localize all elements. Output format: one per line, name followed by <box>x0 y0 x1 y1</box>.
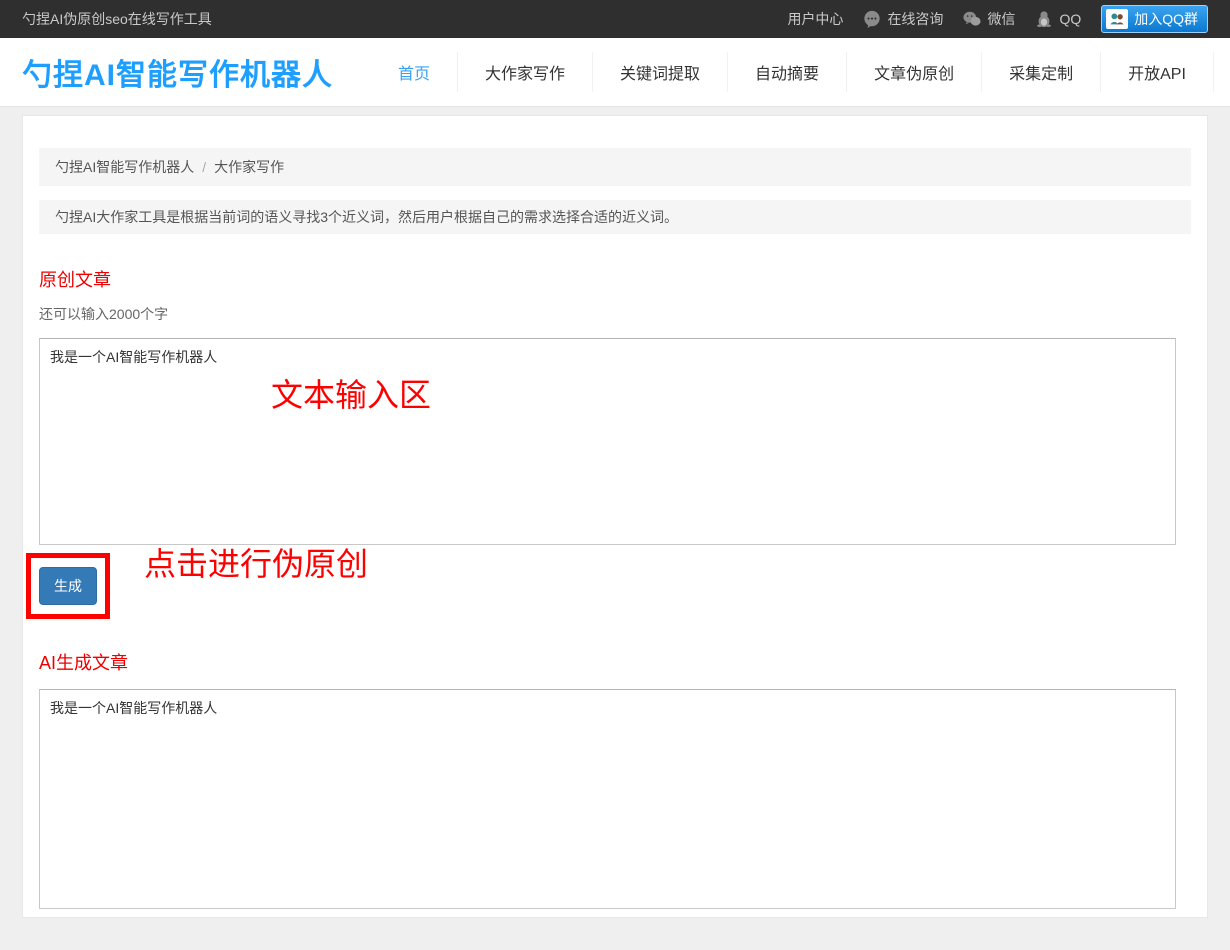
wechat-link[interactable]: 微信 <box>963 9 1015 29</box>
nav-item-contact-us[interactable]: 联系我们 <box>1214 52 1230 92</box>
output-textarea-wrap: 我是一个AI智能写作机器人 <box>39 689 1176 909</box>
main-content: 勺捏AI智能写作机器人 / 大作家写作 勺捏AI大作家工具是根据当前词的语义寻找… <box>0 107 1230 950</box>
breadcrumb: 勺捏AI智能写作机器人 / 大作家写作 <box>39 148 1191 186</box>
nav-item-writer[interactable]: 大作家写作 <box>458 52 593 92</box>
tool-description-text: 勺捏AI大作家工具是根据当前词的语义寻找3个近义词，然后用户根据自己的需求选择合… <box>55 207 678 227</box>
topbar-right: 用户中心 在线咨询 <box>787 5 1208 33</box>
char-counter: 还可以输入2000个字 <box>39 304 1191 324</box>
nav-item-home[interactable]: 首页 <box>371 52 458 92</box>
input-textarea-wrap: 我是一个AI智能写作机器人 文本输入区 <box>39 338 1176 545</box>
original-article-title: 原创文章 <box>39 266 1191 292</box>
breadcrumb-separator: / <box>202 159 206 175</box>
online-support-link[interactable]: 在线咨询 <box>863 9 943 29</box>
breadcrumb-root[interactable]: 勺捏AI智能写作机器人 <box>55 157 194 177</box>
chat-bubble-icon <box>863 10 881 28</box>
qq-penguin-icon <box>1035 10 1053 28</box>
nav-item-keyword-extract[interactable]: 关键词提取 <box>593 52 728 92</box>
ai-output-title: AI生成文章 <box>39 649 1191 675</box>
generate-annotation-text: 点击进行伪原创 <box>144 547 368 582</box>
tool-description-bar: 勺捏AI大作家工具是根据当前词的语义寻找3个近义词，然后用户根据自己的需求选择合… <box>39 200 1191 234</box>
site-logo[interactable]: 勺捏AI智能写作机器人 <box>22 50 333 94</box>
generate-row: 生成 点击进行伪原创 <box>39 553 1191 615</box>
site-title: 勺捏AI伪原创seo在线写作工具 <box>22 9 212 29</box>
nav-item-collection-custom[interactable]: 采集定制 <box>982 52 1101 92</box>
content-panel: 勺捏AI智能写作机器人 / 大作家写作 勺捏AI大作家工具是根据当前词的语义寻找… <box>22 115 1208 918</box>
nav-item-open-api[interactable]: 开放API <box>1101 52 1214 92</box>
user-center-link[interactable]: 用户中心 <box>787 9 843 29</box>
breadcrumb-current: 大作家写作 <box>214 157 284 177</box>
header: 勺捏AI智能写作机器人 首页 大作家写作 关键词提取 自动摘要 文章伪原创 采集… <box>0 38 1230 107</box>
main-nav: 首页 大作家写作 关键词提取 自动摘要 文章伪原创 采集定制 开放API 联系我… <box>371 52 1230 92</box>
wechat-icon <box>963 10 981 28</box>
topbar: 勺捏AI伪原创seo在线写作工具 用户中心 在线咨询 <box>0 0 1230 38</box>
qq-link[interactable]: QQ <box>1035 10 1081 28</box>
ai-output-textarea[interactable]: 我是一个AI智能写作机器人 <box>39 689 1176 909</box>
group-people-icon <box>1106 9 1128 29</box>
generate-button[interactable]: 生成 <box>39 567 97 605</box>
original-article-input[interactable]: 我是一个AI智能写作机器人 <box>39 338 1176 545</box>
nav-item-article-rewrite[interactable]: 文章伪原创 <box>847 52 982 92</box>
nav-item-auto-summary[interactable]: 自动摘要 <box>728 52 847 92</box>
join-qq-group-button[interactable]: 加入QQ群 <box>1101 5 1208 33</box>
generate-annotation-box: 生成 <box>26 553 110 619</box>
